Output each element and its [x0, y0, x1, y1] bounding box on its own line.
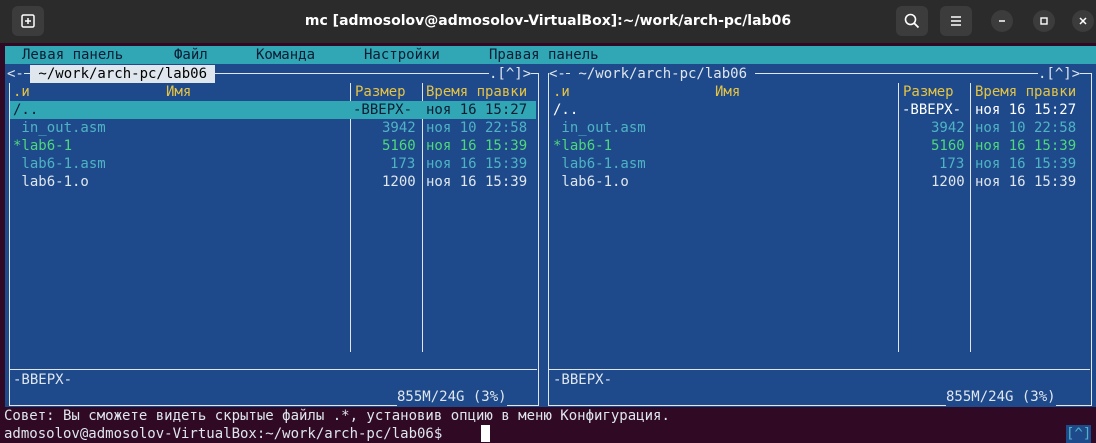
file-name: lab6-1.o [553, 174, 629, 190]
file-size: -ВВЕРХ- [353, 102, 413, 118]
file-time: ноя 10 22:58 [426, 120, 528, 136]
left-panel-path[interactable]: ~/work/arch-pc/lab06 [30, 65, 216, 83]
file-size: 5160 [931, 138, 965, 154]
file-time: ноя 16 15:39 [975, 138, 1077, 154]
terminal-window: mc [admosolov@admosolov-VirtualBox]:~/wo… [0, 0, 1096, 443]
right-panel-disk-usage: 855M/24G (3%) [946, 388, 1056, 406]
terminal-content[interactable]: Левая панель Файл Команда Настройки Прав… [0, 43, 1096, 443]
file-size: 3942 [382, 120, 416, 136]
left-col-size[interactable]: Размер [355, 83, 406, 101]
menu-item-options[interactable]: Настройки [364, 46, 440, 64]
right-frame-corner-left: <- [549, 65, 566, 83]
file-size: 173 [390, 156, 416, 172]
file-time: ноя 10 22:58 [975, 120, 1077, 136]
file-name: /.. [13, 102, 39, 118]
right-col-sort[interactable]: .и [553, 83, 570, 101]
menu-item-left-panel[interactable]: Левая панель [22, 46, 123, 64]
file-size: 1200 [382, 174, 416, 190]
file-name: in_out.asm [13, 120, 106, 136]
menu-item-file[interactable]: Файл [174, 46, 208, 64]
file-time: ноя 16 15:39 [426, 174, 528, 190]
window-title: mc [admosolov@admosolov-VirtualBox]:~/wo… [304, 13, 792, 29]
menu-item-command[interactable]: Команда [256, 46, 315, 64]
left-col-time[interactable]: Время правки [426, 83, 527, 101]
file-name: lab6-1.asm [553, 156, 646, 172]
file-time: ноя 16 15:27 [426, 102, 528, 118]
left-panel-disk-usage: 855M/24G (3%) [397, 388, 507, 406]
shell-prompt[interactable]: admosolov@admosolov-VirtualBox:~/work/ar… [4, 425, 442, 443]
left-status-separator [10, 369, 537, 370]
mc-menu-bar: Левая панель Файл Команда Настройки Прав… [5, 46, 1096, 64]
hint-line: Совет: Вы сможете видеть скрытые файлы .… [4, 408, 670, 424]
right-panel-path[interactable]: ~/work/arch-pc/lab06 [570, 65, 756, 83]
right-divider-time [970, 83, 971, 352]
close-button[interactable] [1072, 10, 1094, 32]
maximize-icon [1040, 17, 1048, 25]
file-time: ноя 16 15:39 [975, 156, 1077, 172]
file-time: ноя 16 15:27 [975, 102, 1077, 118]
right-col-name[interactable]: Имя [715, 83, 740, 101]
right-status-separator [549, 369, 1090, 370]
file-size: 5160 [382, 138, 416, 154]
file-name: in_out.asm [553, 120, 646, 136]
close-icon [1079, 17, 1087, 25]
left-panel-corner[interactable]: .[^]> [489, 65, 532, 83]
right-panel-status: -ВВЕРХ- [553, 372, 613, 388]
file-size: 3942 [931, 120, 965, 136]
left-col-sort[interactable]: .и [13, 83, 30, 101]
file-name: /.. [553, 102, 579, 118]
search-button[interactable] [896, 6, 928, 36]
minimize-icon [999, 20, 1005, 22]
menu-item-right-panel[interactable]: Правая панель [489, 46, 599, 64]
scroll-indicator[interactable]: [^] [1066, 425, 1092, 443]
right-col-time[interactable]: Время правки [975, 83, 1076, 101]
hamburger-menu-icon [951, 16, 961, 26]
file-time: ноя 16 15:39 [426, 156, 528, 172]
text-cursor [481, 425, 490, 442]
title-bar: mc [admosolov@admosolov-VirtualBox]:~/wo… [0, 0, 1096, 43]
file-name: *lab6-1 [13, 138, 73, 154]
file-name: lab6-1.asm [13, 156, 106, 172]
left-divider-size [350, 83, 351, 352]
file-time: ноя 16 15:39 [426, 138, 528, 154]
maximize-button[interactable] [1033, 10, 1055, 32]
left-col-name[interactable]: Имя [166, 83, 191, 101]
file-name: lab6-1.o [13, 174, 89, 190]
left-panel-status: -ВВЕРХ- [13, 372, 73, 388]
search-icon [904, 13, 920, 29]
right-col-size[interactable]: Размер [903, 83, 954, 101]
left-divider-time [422, 83, 423, 352]
file-time: ноя 16 15:39 [975, 174, 1077, 190]
right-panel-corner[interactable]: .[^]> [1038, 65, 1081, 83]
file-name: *lab6-1 [553, 138, 613, 154]
file-size: 1200 [931, 174, 965, 190]
left-frame-corner-left: <- [7, 65, 24, 83]
right-divider-size [898, 83, 899, 352]
file-size: -ВВЕРХ- [902, 102, 962, 118]
menu-button[interactable] [940, 6, 972, 36]
minimize-button[interactable] [991, 10, 1013, 32]
file-size: 173 [939, 156, 965, 172]
